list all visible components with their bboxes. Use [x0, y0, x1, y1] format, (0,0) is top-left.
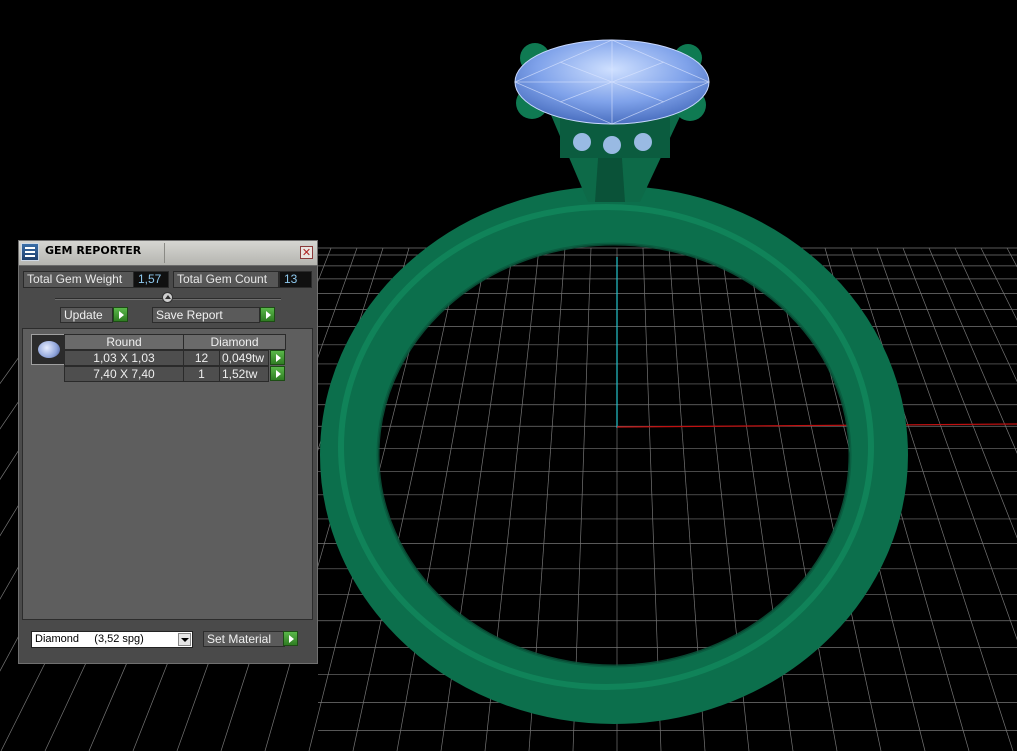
total-gem-count-value: 13 — [279, 271, 312, 288]
save-report-go-icon[interactable] — [260, 307, 275, 322]
set-material-go-icon[interactable] — [283, 631, 298, 646]
shape-column-header: Round — [64, 334, 184, 350]
gem-qty-cell: 12 — [183, 350, 220, 366]
gem-weight-cell: 1,52tw — [219, 366, 269, 382]
round-gem-thumbnail[interactable] — [31, 334, 67, 365]
ring-model[interactable] — [320, 43, 908, 724]
gem-list: Round Diamond 1,03 X 1,03 12 0,049tw 7,4… — [22, 328, 313, 620]
gem-reporter-panel: GEM REPORTER ✕ Total Gem Weight 1,57 Tot… — [18, 240, 318, 664]
total-gem-count-label: Total Gem Count — [173, 271, 279, 288]
center-diamond[interactable] — [513, 39, 711, 125]
save-report-button[interactable]: Save Report — [152, 307, 260, 323]
close-icon[interactable]: ✕ — [300, 246, 313, 259]
gem-weight-cell: 0,049tw — [219, 350, 269, 366]
gem-size-cell: 7,40 X 7,40 — [64, 366, 184, 382]
material-dropdown[interactable]: Diamond (3,52 spg) — [31, 631, 193, 648]
material-selected-value: Diamond (3,52 spg) — [35, 633, 144, 645]
gem-size-cell: 1,03 X 1,03 — [64, 350, 184, 366]
gem-reporter-app-icon — [21, 243, 39, 261]
update-go-icon[interactable] — [113, 307, 128, 322]
update-button[interactable]: Update — [60, 307, 113, 323]
material-column-header: Diamond — [183, 334, 286, 350]
titlebar-separator — [164, 243, 165, 263]
collapse-arrow-icon[interactable] — [162, 292, 173, 303]
total-gem-weight-label: Total Gem Weight — [23, 271, 134, 288]
chevron-down-icon[interactable] — [178, 633, 191, 646]
gem-qty-cell: 1 — [183, 366, 220, 382]
row-select-icon[interactable] — [270, 366, 285, 381]
panel-title: GEM REPORTER — [45, 244, 142, 257]
set-material-button[interactable]: Set Material — [203, 631, 285, 647]
row-select-icon[interactable] — [270, 350, 285, 365]
panel-titlebar[interactable]: GEM REPORTER ✕ — [19, 241, 317, 266]
total-gem-weight-value: 1,57 — [133, 271, 169, 288]
